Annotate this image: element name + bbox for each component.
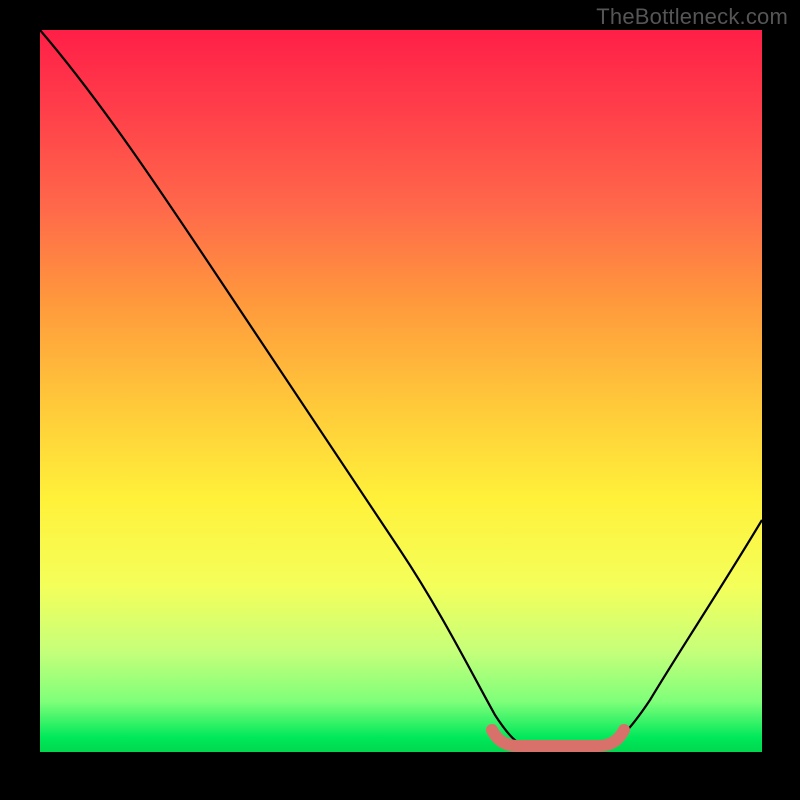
plot-area (40, 30, 762, 752)
chart-frame: TheBottleneck.com (0, 0, 800, 800)
watermark-text: TheBottleneck.com (596, 4, 788, 30)
curve-svg (40, 30, 762, 752)
bottleneck-curve (40, 30, 762, 748)
